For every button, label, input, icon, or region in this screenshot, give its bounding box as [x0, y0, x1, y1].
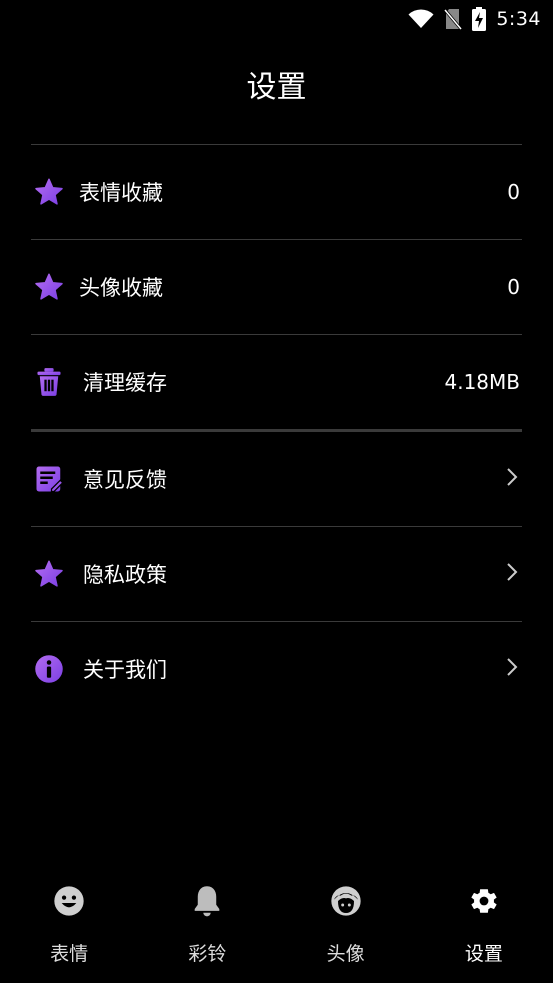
info-icon: [32, 652, 66, 686]
settings-item-privacy-policy[interactable]: 隐私政策: [31, 527, 522, 621]
settings-item-label: 清理缓存: [83, 371, 167, 395]
chevron-right-icon: [506, 467, 518, 491]
nav-label: 表情: [50, 943, 89, 965]
star-icon: [32, 557, 66, 591]
settings-item-avatar-favorites[interactable]: 头像收藏 0: [31, 240, 522, 334]
nav-tab-ringtone[interactable]: 彩铃: [138, 870, 276, 983]
nav-label: 彩铃: [188, 943, 227, 965]
feedback-note-icon: [32, 462, 66, 496]
avatar-face-icon: [329, 884, 363, 918]
settings-item-label: 意见反馈: [83, 468, 167, 492]
chevron-right-icon: [506, 657, 518, 681]
settings-item-feedback[interactable]: 意见反馈: [31, 432, 522, 526]
nav-label: 设置: [464, 943, 503, 965]
settings-item-label: 表情收藏: [79, 181, 163, 205]
settings-item-about-us[interactable]: 关于我们: [31, 622, 522, 716]
wifi-icon: [408, 9, 434, 28]
battery-charging-icon: [472, 7, 487, 31]
settings-item-clear-cache[interactable]: 清理缓存 4.18MB: [31, 335, 522, 429]
smiley-icon: [52, 884, 86, 918]
nav-tab-avatar[interactable]: 头像: [277, 870, 415, 983]
status-time: 5:34: [496, 8, 541, 30]
bell-icon: [190, 884, 224, 918]
nav-label: 头像: [326, 943, 365, 965]
settings-item-label: 关于我们: [83, 658, 167, 682]
cache-size-value: 4.18MB: [444, 370, 520, 394]
star-icon: [32, 175, 66, 209]
status-bar: 5:34: [0, 0, 553, 38]
settings-item-emoji-favorites[interactable]: 表情收藏 0: [31, 145, 522, 239]
settings-item-value: 0: [507, 275, 520, 299]
nav-tab-emoji[interactable]: 表情: [0, 870, 138, 983]
settings-item-value: 0: [507, 180, 520, 204]
no-sim-icon: [444, 9, 463, 30]
nav-tab-settings[interactable]: 设置: [415, 870, 553, 983]
chevron-right-icon: [506, 562, 518, 586]
trash-icon: [32, 365, 66, 399]
settings-item-label: 隐私政策: [83, 563, 167, 587]
bottom-nav: 表情 彩铃 头像 设置: [0, 870, 553, 983]
settings-screen: 5:34 设置 表情收藏 0 头像收藏 0 清理缓存 4.18MB 意见反馈 隐…: [0, 0, 553, 983]
settings-item-label: 头像收藏: [79, 276, 163, 300]
gear-icon: [467, 884, 501, 918]
settings-list: 表情收藏 0 头像收藏 0 清理缓存 4.18MB 意见反馈 隐私政策 关于我们: [31, 144, 522, 716]
page-title: 设置: [246, 70, 307, 105]
star-icon: [32, 270, 66, 304]
